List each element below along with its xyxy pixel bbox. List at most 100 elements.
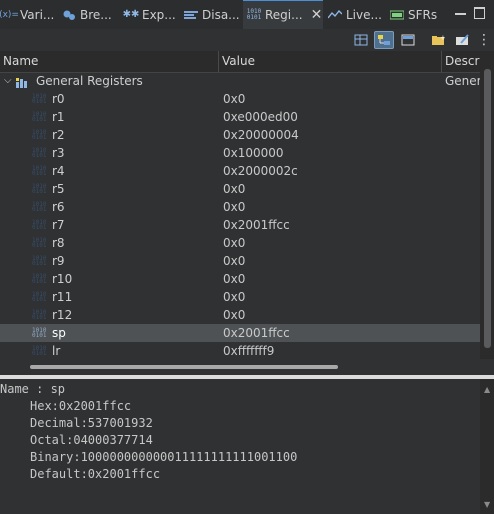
tab-label: Live... bbox=[346, 7, 382, 22]
register-row-r6[interactable]: 1010 0101 r6 0x0 bbox=[0, 198, 480, 216]
layout-button[interactable] bbox=[398, 31, 418, 49]
tab-registers[interactable]: 1010 0101 Regi... ✕ bbox=[243, 0, 323, 29]
close-icon[interactable]: ✕ bbox=[311, 7, 323, 23]
chevron-down-icon[interactable]: ⌵ bbox=[4, 72, 12, 90]
register-name: r8 bbox=[52, 236, 65, 250]
tree-vertical-scroll-thumb[interactable] bbox=[484, 69, 491, 348]
register-icon: 1010 0101 bbox=[32, 291, 47, 303]
tab-breakpoints[interactable]: Bre... bbox=[62, 0, 118, 29]
tab-live-expressions[interactable]: Live... bbox=[328, 0, 384, 29]
minimize-icon[interactable] bbox=[455, 13, 466, 15]
tab-label: Disa... bbox=[202, 7, 240, 22]
detail-octal: Octal:04000377714 bbox=[30, 433, 153, 447]
detail-decimal: Decimal:537001932 bbox=[30, 416, 153, 430]
tab-disassembly[interactable]: Disa... bbox=[184, 0, 240, 29]
register-icon: 1010 0101 bbox=[32, 273, 47, 285]
maximize-icon[interactable] bbox=[474, 7, 485, 19]
tab-label: Vari... bbox=[20, 7, 55, 22]
register-row-r3[interactable]: 1010 0101 r3 0x100000 bbox=[0, 144, 480, 162]
grid-view-button[interactable] bbox=[351, 31, 371, 49]
scroll-up-icon[interactable]: ▲ bbox=[484, 385, 490, 394]
tab-sfrs[interactable]: SFRs bbox=[390, 0, 446, 29]
register-row-r2[interactable]: 1010 0101 r2 0x20000004 bbox=[0, 126, 480, 144]
column-description[interactable]: Descrip bbox=[442, 51, 480, 72]
register-icon: 1010 0101 bbox=[32, 147, 47, 159]
register-row-r4[interactable]: 1010 0101 r4 0x2000002c bbox=[0, 162, 480, 180]
add-register-group-button[interactable]: + bbox=[428, 31, 448, 49]
register-value[interactable]: 0x100000 bbox=[223, 144, 284, 162]
column-name[interactable]: Name bbox=[0, 51, 219, 72]
view-menu-icon[interactable]: ⋮ bbox=[474, 31, 494, 49]
detail-hex: Hex:0x2001ffcc bbox=[30, 399, 132, 413]
register-value[interactable]: 0x2000002c bbox=[223, 162, 298, 180]
register-value[interactable]: 0x2001ffcc bbox=[223, 216, 290, 234]
register-tree: ⌵ General Registers Genera 1010 0101 r0 0x… bbox=[0, 72, 480, 359]
register-value[interactable]: 0x0 bbox=[223, 306, 245, 324]
register-row-r10[interactable]: 1010 0101 r10 0x0 bbox=[0, 270, 480, 288]
svg-text:+: + bbox=[440, 34, 445, 42]
disassembly-icon bbox=[184, 9, 198, 21]
register-row-r11[interactable]: 1010 0101 r11 0x0 bbox=[0, 288, 480, 306]
register-value[interactable]: 0x0 bbox=[223, 180, 245, 198]
view-tab-bar: (x)= Vari... Bre... ✱✱ Exp... Disa... 10… bbox=[0, 0, 494, 30]
edit-register-group-button[interactable] bbox=[452, 31, 472, 49]
live-expressions-icon bbox=[328, 9, 342, 21]
folder-edit-icon bbox=[456, 34, 469, 45]
register-group-name: General Registers bbox=[36, 74, 143, 88]
register-name: r6 bbox=[52, 200, 65, 214]
register-icon: 1010 0101 bbox=[32, 111, 47, 123]
register-name: r2 bbox=[52, 128, 65, 142]
scroll-down-icon[interactable]: ▼ bbox=[484, 500, 490, 509]
register-detail-pane[interactable]: Name : sp Hex:0x2001ffcc Decimal:5370019… bbox=[0, 379, 480, 514]
register-row-r12[interactable]: 1010 0101 r12 0x0 bbox=[0, 306, 480, 324]
register-name: r4 bbox=[52, 164, 65, 178]
register-value[interactable]: 0x2001ffcc bbox=[223, 324, 290, 342]
register-icon: 1010 0101 bbox=[32, 201, 47, 213]
register-row-sp[interactable]: 1010 0101 sp 0x2001ffcc bbox=[0, 324, 480, 342]
register-value[interactable]: 0x0 bbox=[223, 198, 245, 216]
register-name: lr bbox=[52, 344, 61, 358]
register-name: r9 bbox=[52, 254, 65, 268]
detail-vertical-scrollbar[interactable] bbox=[480, 379, 494, 514]
register-name: r0 bbox=[52, 92, 65, 106]
tab-expressions[interactable]: ✱✱ Exp... bbox=[123, 0, 176, 29]
register-value[interactable]: 0x0 bbox=[223, 288, 245, 306]
register-value[interactable]: 0x20000004 bbox=[223, 126, 299, 144]
registers-icon: 1010 0101 bbox=[246, 8, 262, 21]
tree-horizontal-scroll-thumb[interactable] bbox=[30, 365, 338, 369]
tab-label: Bre... bbox=[80, 7, 112, 22]
register-name: r1 bbox=[52, 110, 65, 124]
register-row-r9[interactable]: 1010 0101 r9 0x0 bbox=[0, 252, 480, 270]
register-group-row[interactable]: ⌵ General Registers Genera bbox=[0, 72, 480, 90]
register-row-r8[interactable]: 1010 0101 r8 0x0 bbox=[0, 234, 480, 252]
register-value[interactable]: 0x0 bbox=[223, 90, 245, 108]
column-value[interactable]: Value bbox=[219, 51, 442, 72]
register-icon: 1010 0101 bbox=[32, 309, 47, 321]
tree-layout-icon bbox=[378, 35, 390, 45]
register-name: r12 bbox=[52, 308, 73, 322]
folder-add-icon: + bbox=[432, 34, 445, 45]
register-row-lr[interactable]: 1010 0101 lr 0xfffffff9 bbox=[0, 342, 480, 359]
sfrs-icon bbox=[390, 9, 404, 21]
register-icon: 1010 0101 bbox=[32, 345, 47, 357]
register-name: r7 bbox=[52, 218, 65, 232]
register-value[interactable]: 0x0 bbox=[223, 252, 245, 270]
register-value[interactable]: 0x0 bbox=[223, 270, 245, 288]
tab-variables[interactable]: (x)= Vari... bbox=[0, 0, 58, 29]
tab-label: Regi... bbox=[265, 8, 303, 22]
register-value[interactable]: 0x0 bbox=[223, 234, 245, 252]
register-icon: 1010 0101 bbox=[32, 183, 47, 195]
register-value[interactable]: 0xe000ed00 bbox=[223, 108, 298, 126]
register-value[interactable]: 0xfffffff9 bbox=[223, 342, 274, 359]
register-icon: 1010 0101 bbox=[32, 165, 47, 177]
register-row-r1[interactable]: 1010 0101 r1 0xe000ed00 bbox=[0, 108, 480, 126]
detail-binary: Binary:100000000000011111111111001100 bbox=[30, 450, 298, 464]
view-toolbar: + ⋮ bbox=[0, 29, 494, 51]
register-icon: 1010 0101 bbox=[32, 237, 47, 249]
register-row-r0[interactable]: 1010 0101 r0 0x0 bbox=[0, 90, 480, 108]
register-row-r7[interactable]: 1010 0101 r7 0x2001ffcc bbox=[0, 216, 480, 234]
register-row-r5[interactable]: 1010 0101 r5 0x0 bbox=[0, 180, 480, 198]
grid-view-icon bbox=[354, 34, 368, 46]
tree-layout-button[interactable] bbox=[374, 31, 394, 49]
detail-default: Default:0x2001ffcc bbox=[30, 467, 161, 481]
